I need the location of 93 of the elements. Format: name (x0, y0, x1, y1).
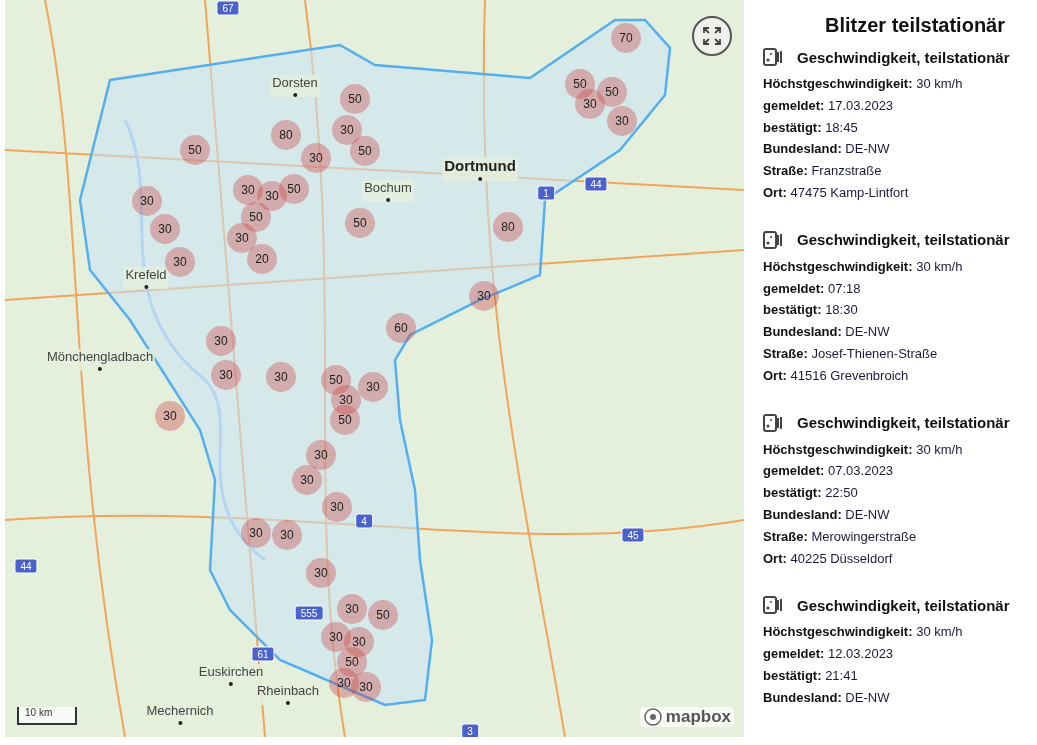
speed-camera-icon (763, 412, 785, 433)
speed-marker[interactable]: 30 (358, 372, 388, 402)
entry-field: gemeldet: 07:18 (763, 277, 1037, 300)
speed-camera-icon (763, 229, 785, 250)
speed-marker[interactable]: 50 (345, 208, 375, 238)
speed-marker[interactable]: 30 (272, 520, 302, 550)
road-shield: 67 (216, 0, 240, 16)
entry-field: bestätigt: 21:41 (763, 664, 1037, 687)
speed-marker[interactable]: 50 (368, 600, 398, 630)
speed-marker[interactable]: 50 (330, 405, 360, 435)
speed-marker[interactable]: 30 (211, 360, 241, 390)
speed-marker[interactable]: 30 (266, 362, 296, 392)
road-shield: 61 (251, 646, 275, 662)
speed-marker[interactable]: 30 (292, 465, 322, 495)
road-shield: 45 (621, 527, 645, 543)
speed-marker[interactable]: 30 (329, 668, 359, 698)
speed-marker[interactable]: 80 (271, 120, 301, 150)
speed-marker[interactable]: 30 (257, 181, 287, 211)
scale-bar: 10 km (17, 707, 77, 725)
expand-icon (702, 26, 722, 46)
speed-marker[interactable]: 30 (337, 594, 367, 624)
entry-field: gemeldet: 12.03.2023 (763, 643, 1037, 665)
entry-field: Höchstgeschwindigkeit: 30 km/h (763, 438, 1037, 461)
speed-marker[interactable]: 50 (340, 84, 370, 114)
entry-field: Bundesland: DE-NW (763, 503, 1037, 526)
speed-marker[interactable]: 30 (301, 143, 331, 173)
entry-field: Bundesland: DE-NW (763, 138, 1037, 161)
road-shield: 44 (584, 176, 608, 192)
entry-field: Straße: Josef-Thienen-Straße (763, 342, 1037, 365)
speed-marker[interactable]: 50 (321, 365, 351, 395)
entry-field: gemeldet: 07.03.2023 (763, 460, 1037, 483)
speed-marker[interactable]: 20 (247, 244, 277, 274)
sidebar-title: Blitzer teilstationär (823, 14, 1006, 37)
speed-marker[interactable]: 30 (233, 175, 263, 205)
speed-camera-icon (763, 47, 785, 67)
speed-marker[interactable]: 30 (575, 89, 605, 119)
entry-field: bestätigt: 18:45 (763, 116, 1037, 139)
entry-field: Ort: 40225 Düsseldorf (763, 547, 1037, 570)
mapbox-logo: mapbox (639, 707, 734, 727)
speed-marker[interactable]: 30 (306, 440, 336, 470)
speed-marker[interactable]: 50 (279, 174, 309, 204)
speed-marker[interactable]: 80 (493, 212, 523, 242)
entry-field: Straße: Franzstraße (763, 160, 1037, 182)
entry-field: Bundesland: DE-NW (763, 686, 1037, 709)
speed-marker[interactable]: 30 (165, 247, 195, 277)
map-place-label: Dortmund (442, 157, 518, 181)
speed-marker[interactable]: 30 (206, 326, 236, 356)
speed-marker[interactable]: 50 (180, 135, 210, 165)
entry-title: Geschwindigkeit, teilstationär (797, 231, 1010, 249)
entry-field: gemeldet: 17.03.2023 (763, 94, 1037, 117)
entry-field: Ort: 41516 Grevenbroich (763, 364, 1037, 387)
road-shield: 555 (294, 605, 324, 621)
speed-marker[interactable]: 30 (321, 622, 351, 652)
speed-marker[interactable]: 30 (322, 492, 352, 522)
map-place-label: Euskirchen (196, 664, 266, 686)
speed-marker[interactable]: 30 (344, 627, 374, 657)
entry-field: Bundesland: DE-NW (763, 321, 1037, 343)
entry-title: Geschwindigkeit, teilstationär (797, 414, 1010, 432)
speed-marker[interactable]: 30 (132, 186, 162, 216)
entry-title: Geschwindigkeit, teilstationär (797, 48, 1010, 66)
entry-field: Höchstgeschwindigkeit: 30 km/h (763, 73, 1037, 95)
map-place-label: Mechernich (144, 703, 216, 725)
speed-marker[interactable]: 30 (150, 214, 180, 244)
entry-field: bestätigt: 22:50 (763, 482, 1037, 504)
road-shield: 1 (537, 185, 555, 201)
speed-marker[interactable]: 30 (306, 558, 336, 588)
entry-field: Höchstgeschwindigkeit: 30 km/h (763, 621, 1037, 644)
speed-marker[interactable]: 30 (607, 106, 637, 136)
speed-marker[interactable]: 50 (337, 647, 367, 677)
speed-marker[interactable]: 70 (611, 23, 641, 53)
speed-camera-icon (763, 595, 785, 616)
speed-marker[interactable]: 50 (597, 77, 627, 107)
speed-marker[interactable]: 60 (386, 313, 416, 343)
road-shield: 3 (461, 723, 479, 737)
entry-field: Ort: 47475 Kamp-Lintfort (763, 182, 1037, 204)
speed-marker[interactable]: 30 (351, 672, 381, 702)
speed-marker[interactable]: 30 (241, 518, 271, 548)
entry-field: Höchstgeschwindigkeit: 30 km/h (763, 255, 1037, 278)
map-place-label: Dorsten (270, 75, 320, 97)
map-place-label: Bochum (362, 180, 414, 202)
speed-marker[interactable]: 30 (227, 223, 257, 253)
speed-marker[interactable]: 50 (241, 202, 271, 232)
road-shield: 44 (14, 558, 38, 574)
entry-field: Straße: Merowingerstraße (763, 525, 1037, 548)
speed-marker[interactable]: 30 (469, 281, 499, 311)
speed-marker[interactable]: 30 (332, 115, 362, 145)
speed-marker[interactable]: 50 (565, 69, 595, 99)
speed-marker[interactable]: 50 (350, 136, 380, 166)
speed-marker[interactable]: 30 (155, 401, 185, 431)
road-shield: 4 (355, 513, 373, 529)
map-place-label: Krefeld (123, 267, 169, 289)
entry-title: Geschwindigkeit, teilstationär (797, 596, 1010, 614)
entry-field: bestätigt: 18:30 (763, 299, 1037, 322)
